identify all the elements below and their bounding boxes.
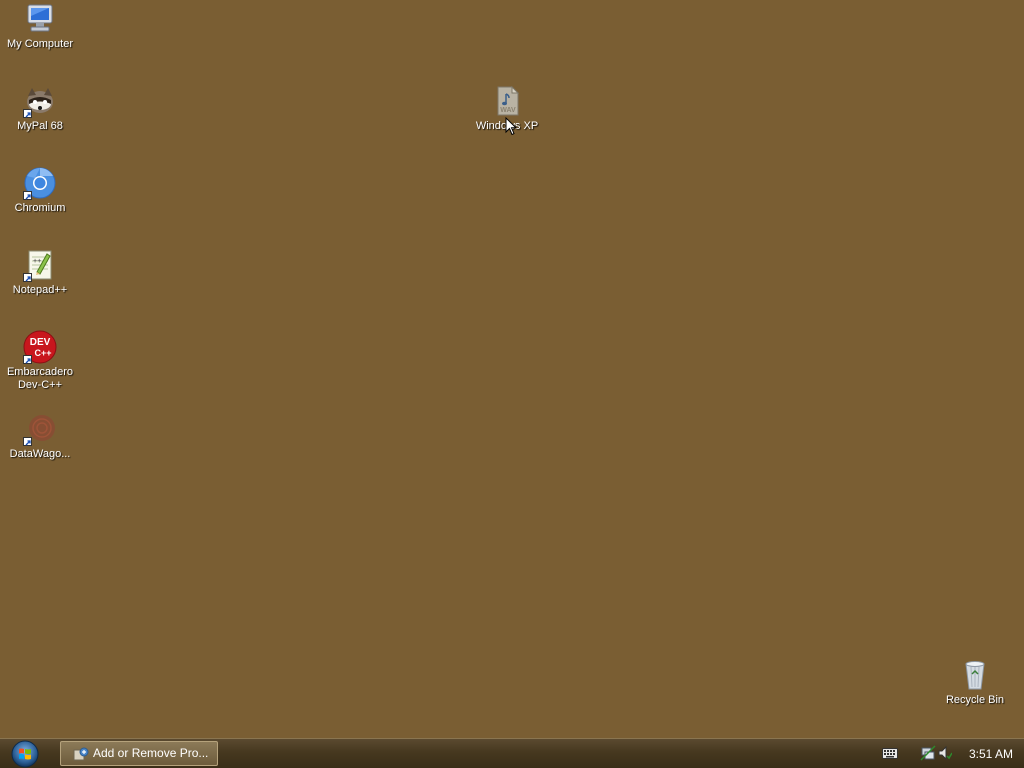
volume-icon[interactable] (938, 745, 952, 761)
taskbar-button-add-remove-programs[interactable]: Add or Remove Pro... (60, 741, 218, 766)
desktop-icon-mypal[interactable]: MyPal 68 (1, 84, 79, 133)
desktop-icon-label: Chromium (14, 202, 66, 214)
desktop-icon-label: Notepad++ (12, 284, 68, 296)
desktop-icon-datawagon[interactable]: DataWago... (1, 412, 79, 461)
my-computer-icon (23, 2, 57, 36)
recycle-bin-icon (958, 658, 992, 692)
wav-file-icon: WAV (490, 84, 524, 118)
keyboard-icon[interactable] (882, 748, 898, 759)
chromium-icon (23, 166, 57, 200)
devcpp-icon-text-top: DEV (30, 337, 51, 348)
taskbar-clock[interactable]: 3:51 AM (962, 739, 1020, 768)
notepadpp-icon: ++ (23, 248, 57, 282)
shortcut-arrow-icon (23, 355, 32, 364)
desktop-icon-notepadpp[interactable]: ++ Notepad++ (1, 248, 79, 297)
system-tray: 3:51 AM (874, 739, 1024, 768)
datawagon-icon (23, 412, 57, 446)
shortcut-arrow-icon (23, 191, 32, 200)
shortcut-arrow-icon (23, 437, 32, 446)
network-icon[interactable] (920, 745, 936, 761)
desktop-icon-devcpp[interactable]: DEV C++ Embarcadero Dev-C++ (1, 330, 79, 392)
desktop-icon-my-computer[interactable]: My Computer (1, 2, 79, 51)
desktop-icon-label: MyPal 68 (17, 120, 63, 132)
desktop-icon-recycle-bin[interactable]: Recycle Bin (936, 658, 1014, 707)
svg-text:++: ++ (33, 258, 41, 265)
desktop[interactable]: My Computer MyPal 68 Chromium ++ Notepad… (0, 0, 1024, 738)
shortcut-arrow-icon (23, 109, 32, 118)
windows-start-orb-icon (11, 740, 39, 768)
mypal-icon (23, 84, 57, 118)
taskbar: Add or Remove Pro... 3:51 AM (0, 738, 1024, 768)
add-remove-programs-icon (73, 747, 89, 761)
wav-icon-text: WAV (500, 107, 516, 114)
shortcut-arrow-icon (23, 273, 32, 282)
start-button[interactable] (8, 740, 42, 768)
desktop-icon-label: DataWago... (9, 448, 71, 460)
desktop-icon-label: Recycle Bin (945, 694, 1005, 706)
taskbar-button-label: Add or Remove Pro... (93, 746, 209, 760)
devcpp-icon-text-bottom: C++ (34, 348, 51, 358)
mouse-cursor-icon (505, 117, 517, 136)
devcpp-icon: DEV C++ (23, 330, 57, 364)
desktop-icon-label: My Computer (6, 38, 74, 50)
desktop-icon-chromium[interactable]: Chromium (1, 166, 79, 215)
desktop-icon-label: Embarcadero Dev-C++ (6, 366, 74, 391)
